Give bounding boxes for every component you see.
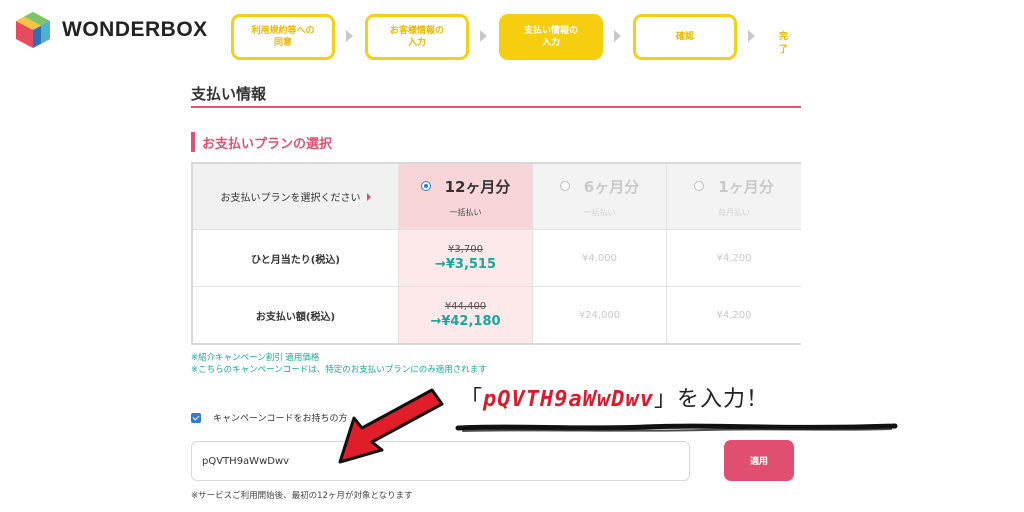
- campaign-checkbox[interactable]: [191, 412, 201, 423]
- brand-logo[interactable]: WONDERBOX: [12, 10, 208, 50]
- plan-12-total-new: →¥42,180: [430, 314, 501, 329]
- cube-logo-icon: [16, 12, 50, 48]
- plan-6-monthly: ¥4,000: [582, 252, 617, 264]
- plan-6-monthly-cell: ¥4,000: [533, 230, 667, 287]
- plan-1-monthly-cell: ¥4,200: [667, 230, 801, 287]
- plan-12-radio[interactable]: [420, 181, 431, 191]
- plan-1-total-cell: ¥4,200: [667, 287, 801, 343]
- campaign-checkbox-label: キャンペーンコードをお持ちの方: [213, 414, 348, 424]
- annotation-open-bracket: 「: [460, 387, 484, 412]
- step-payment-info: 支払い情報の 入力: [499, 14, 603, 60]
- plan-select-label-cell: お支払いプランを選択ください: [193, 164, 399, 230]
- campaign-footnote: ※サービスご利用開始後、最初の12ヶ月が対象となります: [191, 491, 413, 501]
- plan-table: お支払いプランを選択ください 12ヶ月分 一括払い 6ヶ月分 一括払い 1ヶ月分…: [191, 162, 801, 345]
- plan-12-monthly-new: →¥3,515: [434, 257, 497, 272]
- plan-option-12-months[interactable]: 12ヶ月分 一括払い: [399, 164, 533, 230]
- step-complete: 完了: [779, 32, 789, 55]
- brush-underline-icon: [455, 423, 898, 432]
- red-pointer-arrow-icon: [338, 388, 444, 464]
- step-customer-info: お客様情報の 入力: [365, 14, 469, 60]
- plan-option-1-month[interactable]: 1ヶ月分 毎月払い: [667, 164, 801, 230]
- plan-12-monthly-old: ¥3,700: [448, 244, 483, 255]
- row-total-label-cell: お支払い額(税込): [193, 287, 399, 343]
- caret-right-icon: [366, 192, 371, 201]
- plan-1-sub: 毎月払い: [718, 207, 750, 217]
- section-title: お支払いプランの選択: [202, 136, 333, 152]
- plan-6-radio[interactable]: [559, 181, 570, 191]
- apply-button[interactable]: 適用: [724, 440, 794, 481]
- plan-select-label: お支払いプランを選択ください: [220, 193, 361, 204]
- row-monthly-label: ひと月当たり(税込): [251, 254, 340, 266]
- section-accent-bar: [191, 132, 195, 152]
- campaign-code-toggle[interactable]: キャンペーンコードをお持ちの方: [191, 411, 348, 424]
- plan-1-name: 1ヶ月分: [718, 177, 774, 196]
- step-arrow-icon: [346, 30, 353, 42]
- plan-12-total-old: ¥44,400: [444, 301, 487, 312]
- annotation-code: pQVTH9aWwDwv: [483, 387, 654, 412]
- plan-12-monthly-cell: ¥3,700 →¥3,515: [399, 230, 533, 287]
- step-arrow-icon: [480, 30, 487, 42]
- plan-6-total-cell: ¥24,000: [533, 287, 667, 343]
- plan-6-sub: 一括払い: [583, 207, 616, 217]
- page-title: 支払い情報: [191, 85, 267, 103]
- row-monthly-label-cell: ひと月当たり(税込): [193, 230, 399, 287]
- step-arrow-icon: [614, 30, 621, 42]
- annotation-callout: 「pQVTH9aWwDwv」を入力！: [460, 381, 769, 413]
- title-divider: [191, 106, 801, 108]
- plan-6-total: ¥24,000: [578, 309, 621, 321]
- plan-12-sub: 一括払い: [449, 207, 482, 217]
- plan-1-monthly: ¥4,200: [716, 252, 752, 264]
- plan-1-radio[interactable]: [694, 181, 705, 191]
- step-agreement: 利用規約等への 同意: [231, 14, 335, 60]
- step-arrow-icon: [748, 30, 755, 42]
- plan-12-total-cell: ¥44,400 →¥42,180: [399, 287, 533, 343]
- annotation-close-bracket: 」: [653, 387, 677, 412]
- plan-1-total: ¥4,200: [716, 309, 752, 321]
- row-total-label: お支払い額(税込): [255, 311, 336, 323]
- annotation-suffix: を入力！: [676, 387, 769, 412]
- note-line-1: ※紹介キャンペーン割引 適用価格: [191, 353, 320, 363]
- step-confirm: 確認: [633, 14, 737, 60]
- plan-12-name: 12ヶ月分: [444, 177, 511, 196]
- plan-option-6-months[interactable]: 6ヶ月分 一括払い: [533, 164, 667, 230]
- campaign-notes: ※紹介キャンペーン割引 適用価格 ※こちらのキャンペーンコードは、特定のお支払い…: [191, 352, 487, 377]
- section-heading: お支払いプランの選択: [191, 132, 332, 152]
- brand-name: WONDERBOX: [62, 18, 208, 41]
- note-line-2: ※こちらのキャンペーンコードは、特定のお支払いプランにのみ適用されます: [191, 365, 487, 376]
- plan-6-name: 6ヶ月分: [583, 177, 640, 196]
